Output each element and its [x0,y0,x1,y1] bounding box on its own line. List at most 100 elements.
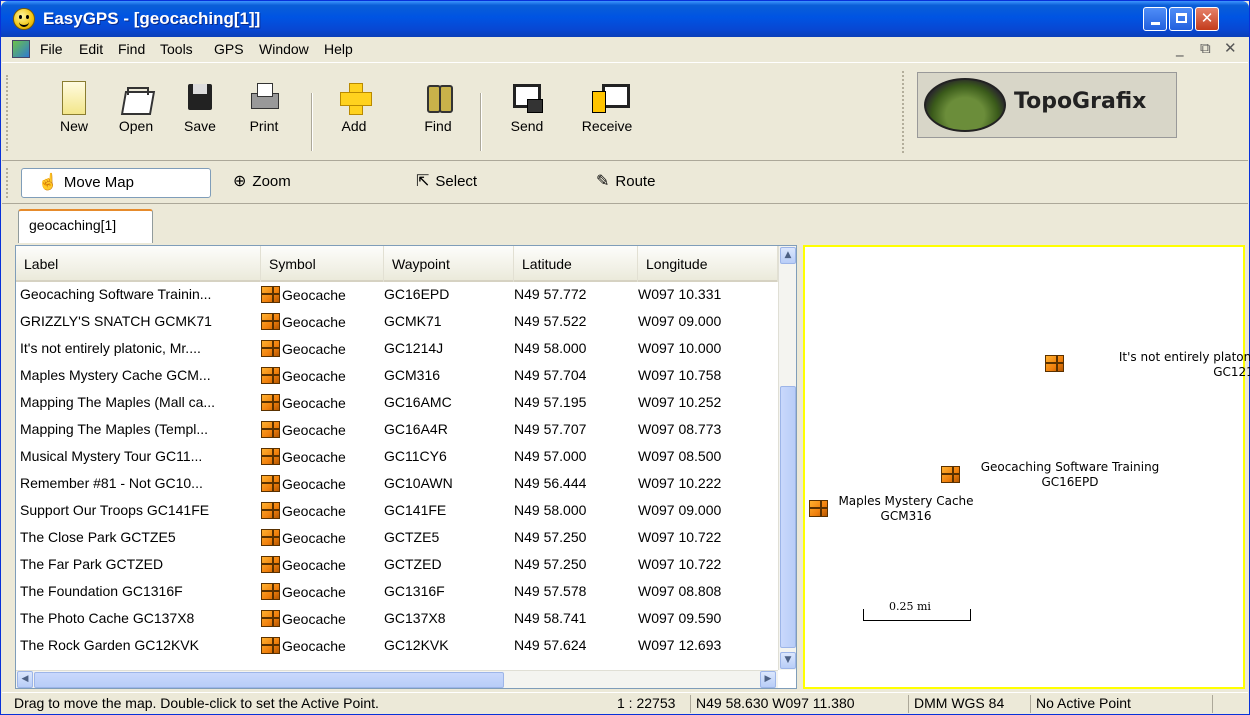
zoom-label: Zoom [252,173,291,190]
status-datum: DMM WGS 84 [914,695,1005,711]
menu-edit[interactable]: Edit [79,41,103,57]
menu-file[interactable]: File [40,41,63,57]
receive-from-gps-icon [592,81,630,115]
cell-symbol-text: Geocache [282,422,346,438]
maximize-button[interactable] [1169,7,1193,31]
geocache-icon [261,637,280,654]
move-map-mode[interactable]: ☝ Move Map [21,168,211,198]
cell-symbol: Geocache [261,448,381,465]
open-button[interactable]: Open [106,81,166,134]
cell-symbol-text: Geocache [282,449,346,465]
find-button[interactable]: Find [408,81,468,134]
table-row[interactable]: The Photo Cache GC137X8 Geocache GC137X8 N4… [16,606,778,633]
cell-waypoint: GC1316F [384,583,445,599]
map-waypoint-name: Maples Mystery Cache [838,494,974,508]
table-row[interactable]: Support Our Troops GC141FE Geocache GC141F… [16,498,778,525]
column-header-latitude[interactable]: Latitude [514,246,638,282]
binoculars-icon [423,81,453,115]
table-row[interactable]: The Foundation GC1316F Geocache GC1316F N49… [16,579,778,606]
cell-latitude: N49 56.444 [514,475,587,491]
table-row[interactable]: The Rock Garden GC12KVK Geocache GC12KVK N4… [16,633,778,660]
cell-symbol: Geocache [261,556,381,573]
table-row[interactable]: Geocaching Software Trainin... Geocache GC… [16,282,778,309]
horizontal-scroll-thumb[interactable] [34,672,504,688]
title-bar[interactable]: EasyGPS - [geocaching[1]] ✕ [1,1,1249,37]
add-plus-icon [339,81,372,115]
cell-label: Maples Mystery Cache GCM... [20,367,211,383]
geocache-icon [261,529,280,546]
mdi-restore-button[interactable]: ⧉ [1200,39,1211,57]
table-row[interactable]: Remember #81 - Not GC10... Geocache GC10AW… [16,471,778,498]
toolbar-grip[interactable] [902,71,905,153]
column-header-symbol[interactable]: Symbol [261,246,384,282]
open-folder-icon [121,81,151,115]
table-row[interactable]: It's not entirely platonic, Mr.... Geocac… [16,336,778,363]
list-header: Label Symbol Waypoint Latitude Longitude [16,246,778,282]
column-header-label[interactable]: Label [16,246,261,282]
table-row[interactable]: The Close Park GCTZE5 Geocache GCTZE5 N49 5… [16,525,778,552]
status-divider [908,695,909,713]
table-row[interactable]: Maples Mystery Cache GCM... Geocache GCM31… [16,363,778,390]
cell-symbol-text: Geocache [282,611,346,627]
menu-find[interactable]: Find [118,41,145,57]
vertical-scrollbar[interactable]: ▲ ▼ [778,246,796,670]
cell-latitude: N49 58.000 [514,502,587,518]
status-bar: Drag to move the map. Double-click to se… [2,692,1248,714]
menu-gps[interactable]: GPS [214,41,244,57]
column-header-waypoint[interactable]: Waypoint [384,246,514,282]
menu-window[interactable]: Window [259,41,309,57]
minimize-button[interactable] [1143,7,1167,31]
menu-tools[interactable]: Tools [160,41,193,57]
vertical-scroll-thumb[interactable] [780,386,796,648]
horizontal-scrollbar[interactable]: ◀ ▶ [16,670,778,688]
document-icon[interactable] [12,40,30,58]
cell-waypoint: GC10AWN [384,475,453,491]
add-button[interactable]: Add [324,81,384,134]
send-button[interactable]: Send [497,81,557,134]
close-button[interactable]: ✕ [1195,7,1219,31]
scroll-down-button[interactable]: ▼ [780,652,796,669]
menu-help[interactable]: Help [324,41,353,57]
cell-label: It's not entirely platonic, Mr.... [20,340,201,356]
cell-symbol-text: Geocache [282,476,346,492]
hand-icon: ☝ [38,174,58,191]
map-waypoint-label: It's not entirely platonic, GC1214J [1065,350,1250,380]
toolbar-grip[interactable] [6,168,9,198]
cell-waypoint: GC16EPD [384,286,450,302]
close-icon: ✕ [1200,9,1214,27]
map-waypoint-label: Maples Mystery Cache GCM316 [831,494,981,524]
save-button[interactable]: Save [170,81,230,134]
table-row[interactable]: GRIZZLY'S SNATCH GCMK71 Geocache GCMK71 N49… [16,309,778,336]
waypoint-list[interactable]: Label Symbol Waypoint Latitude Longitude… [15,245,797,689]
mdi-minimize-button[interactable]: _ [1176,39,1184,57]
mdi-close-button[interactable]: ✕ [1224,39,1237,57]
scroll-left-button[interactable]: ◀ [17,671,33,688]
select-mode[interactable]: ⇱ Select [400,168,510,198]
receive-button[interactable]: Receive [577,81,637,134]
new-button[interactable]: New [44,81,104,134]
scroll-right-button[interactable]: ▶ [760,671,776,688]
geocache-icon [261,610,280,627]
map-view[interactable]: It's not entirely platonic, GC1214J Geoc… [803,245,1250,689]
tab-geocaching[interactable]: geocaching[1] [18,209,153,243]
cell-symbol: Geocache [261,502,381,519]
toolbar-grip[interactable] [6,75,9,151]
table-row[interactable]: Musical Mystery Tour GC11... Geocache GC11… [16,444,778,471]
table-row[interactable]: Mapping The Maples (Templ... Geocache GC16… [16,417,778,444]
route-mode[interactable]: ✎ Route [580,168,690,198]
status-divider [1212,695,1213,713]
send-label: Send [510,118,544,134]
new-label: New [59,118,88,134]
topografix-logo[interactable]: TopoGrafix [917,72,1177,138]
table-row[interactable]: The Far Park GCTZED Geocache GCTZED N49 57.… [16,552,778,579]
cell-longitude: W097 09.000 [638,313,722,329]
cell-waypoint: GC1214J [384,340,444,356]
printer-icon [249,81,279,115]
print-button[interactable]: Print [234,81,294,134]
scroll-up-button[interactable]: ▲ [780,247,796,264]
cell-latitude: N49 57.707 [514,421,587,437]
column-header-longitude[interactable]: Longitude [638,246,778,282]
zoom-mode[interactable]: ⊕ Zoom [217,168,327,198]
table-row[interactable]: Mapping The Maples (Mall ca... Geocache GC… [16,390,778,417]
cell-latitude: N49 58.000 [514,340,587,356]
